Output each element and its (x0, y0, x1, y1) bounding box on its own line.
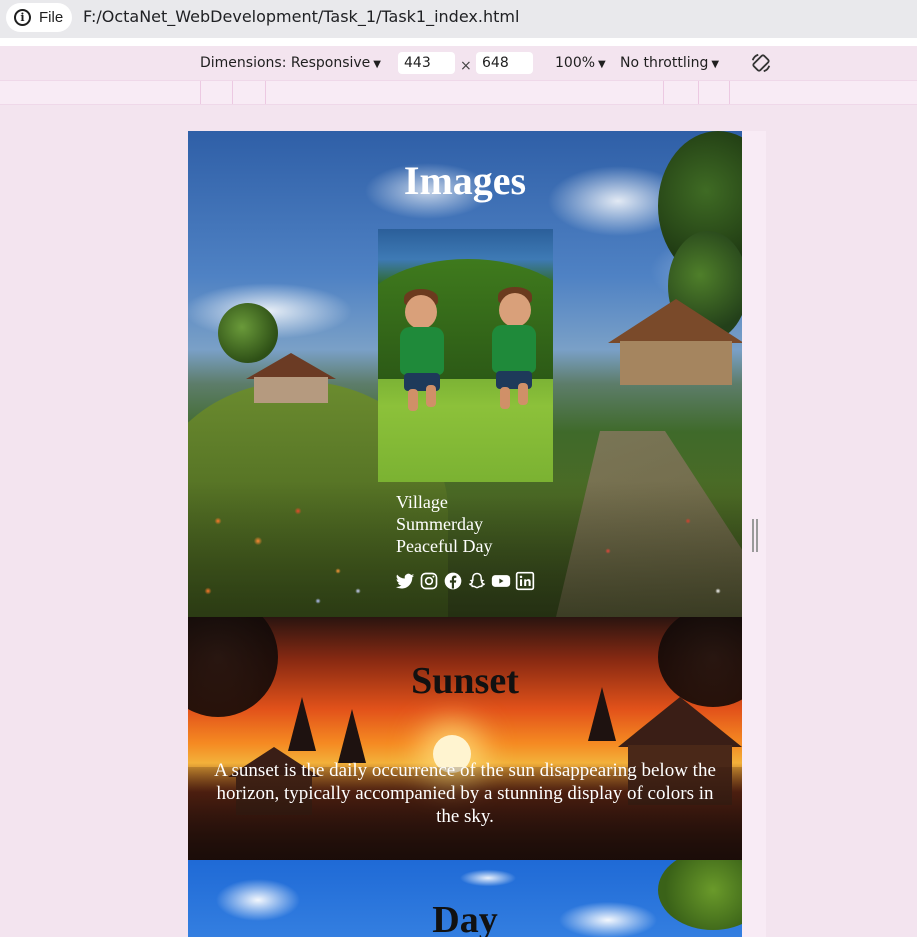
images-section: Images Village Summerday Peaceful Day (188, 131, 742, 617)
ruler-tick (663, 81, 664, 104)
background-tree (338, 709, 366, 763)
day-title: Day (432, 899, 498, 937)
file-chip-label: File (39, 9, 64, 26)
times-symbol: × (460, 58, 472, 74)
ruler-tick (232, 81, 233, 104)
children-photo (378, 229, 553, 482)
address-bar: i File F:/OctaNet_WebDevelopment/Task_1/… (0, 0, 917, 46)
resize-handle[interactable] (752, 519, 758, 552)
site-info-chip[interactable]: i File (6, 3, 72, 32)
caret-down-icon: ▼ (598, 59, 606, 70)
background-tree (288, 697, 316, 751)
device-toolbar: Dimensions: Responsive ▼ 443 × 648 100% ▼ … (0, 46, 917, 80)
throttling-dropdown[interactable]: No throttling ▼ (620, 55, 719, 71)
facebook-icon[interactable] (443, 571, 463, 591)
social-links (395, 571, 535, 591)
ruler-tick (698, 81, 699, 104)
throttle-label: No throttling (620, 55, 709, 71)
card-caption: Village Summerday Peaceful Day (396, 491, 492, 557)
snapchat-icon[interactable] (467, 571, 487, 591)
dimensions-label: Dimensions: Responsive (200, 55, 371, 71)
dimensions-dropdown[interactable]: Dimensions: Responsive ▼ (200, 55, 381, 71)
ruler-tick (265, 81, 266, 104)
media-query-bar[interactable] (0, 80, 917, 105)
twitter-icon[interactable] (395, 571, 415, 591)
rotate-icon[interactable] (750, 52, 772, 74)
background-house (246, 353, 336, 403)
info-icon: i (14, 9, 31, 26)
caption-line: Summerday (396, 514, 483, 534)
caption-line: Village (396, 492, 448, 512)
ruler-tick (200, 81, 201, 104)
day-section: Day (188, 860, 742, 937)
caption-line: Peaceful Day (396, 536, 493, 556)
youtube-icon[interactable] (491, 571, 511, 591)
height-input[interactable]: 648 (476, 52, 533, 74)
omnibox[interactable]: i File F:/OctaNet_WebDevelopment/Task_1/… (0, 0, 917, 38)
url-text[interactable]: F:/OctaNet_WebDevelopment/Task_1/Task1_i… (83, 7, 519, 26)
sunset-section: Sunset A sunset is the daily occurrence … (188, 617, 742, 860)
instagram-icon[interactable] (419, 571, 439, 591)
zoom-dropdown[interactable]: 100% ▼ (555, 55, 606, 71)
sunset-description: A sunset is the daily occurrence of the … (214, 760, 716, 827)
linkedin-icon[interactable] (515, 571, 535, 591)
caret-down-icon: ▼ (373, 59, 381, 70)
caret-down-icon: ▼ (711, 59, 720, 70)
ruler-tick (729, 81, 730, 104)
device-viewport: Images Village Summerday Peaceful Day Su… (188, 131, 742, 937)
images-title: Images (403, 158, 527, 203)
width-input[interactable]: 443 (398, 52, 455, 74)
sunset-title: Sunset (411, 660, 519, 702)
zoom-label: 100% (555, 55, 596, 71)
background-house (608, 299, 742, 387)
